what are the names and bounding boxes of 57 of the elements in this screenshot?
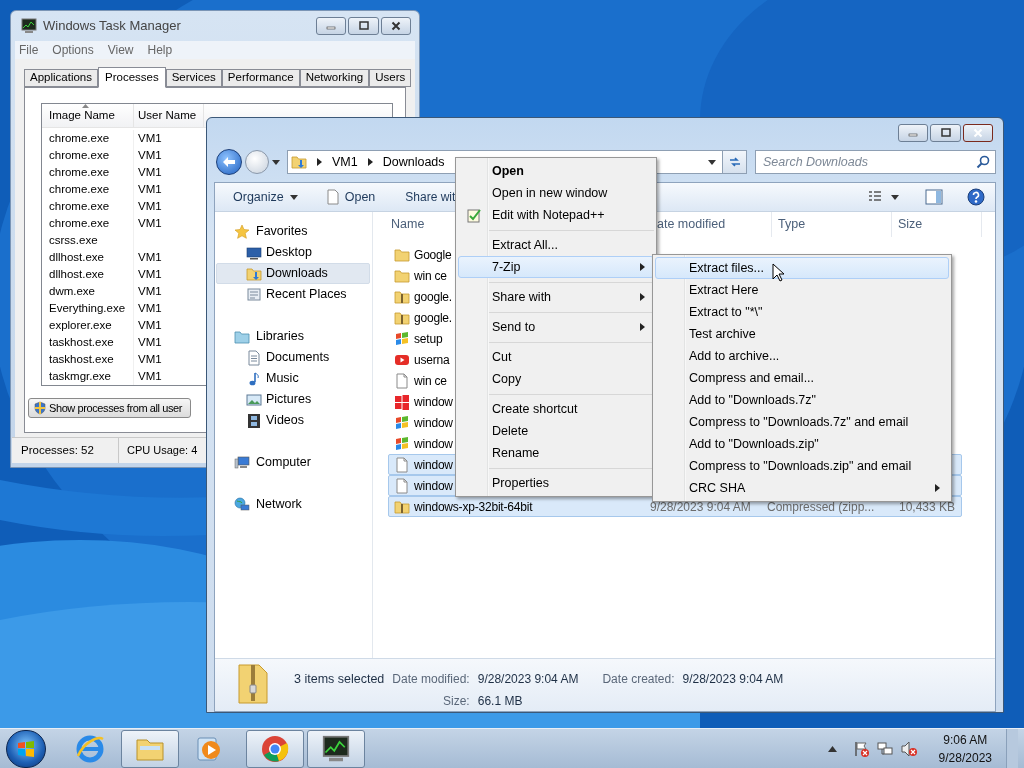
- user-name: VM1: [138, 318, 162, 331]
- process-name: csrss.exe: [49, 232, 98, 248]
- user-name: VM1: [138, 216, 162, 229]
- user-name: VM1: [138, 301, 162, 314]
- user-name: VM1: [138, 267, 162, 280]
- file-name: windows-xp-32bit-64bit: [414, 498, 533, 516]
- user-name: VM1: [138, 335, 162, 348]
- clock-date: 9/28/2023: [938, 749, 992, 767]
- file-name: google.: [414, 309, 452, 327]
- file-name: userna: [414, 351, 450, 369]
- detail-label: Date created:: [602, 671, 676, 688]
- file-name: google.: [414, 288, 452, 306]
- process-name: dwm.exe: [49, 283, 96, 299]
- type-cell: Compressed (zipp...: [767, 499, 875, 514]
- process-name: dllhost.exe: [49, 249, 104, 265]
- process-name: taskmgr.exe: [49, 368, 111, 384]
- file-name: window: [414, 477, 453, 495]
- clock-time: 9:06 AM: [943, 731, 988, 749]
- user-name: VM1: [138, 199, 162, 212]
- size-cell: 10,433 KB: [898, 499, 955, 514]
- process-name: taskhost.exe: [49, 351, 114, 367]
- detail-value: 9/28/2023 9:04 AM: [682, 671, 785, 688]
- process-name: dllhost.exe: [49, 266, 104, 282]
- process-name: Everything.exe: [49, 300, 126, 316]
- window-title: Windows Task Manager: [43, 17, 181, 36]
- file-name: win ce: [414, 267, 447, 285]
- detail-value: 66.1 MB: [477, 693, 524, 710]
- user-name: VM1: [138, 369, 162, 382]
- detail-value: 9/28/2023 9:04 AM: [477, 671, 580, 688]
- user-name: VM1: [138, 182, 162, 195]
- file-name: Google: [414, 246, 452, 264]
- process-name: chrome.exe: [49, 130, 110, 146]
- detail-label: Size:: [442, 693, 471, 710]
- status-text: Processes: 52: [21, 442, 94, 458]
- user-name: VM1: [138, 284, 162, 297]
- user-name: VM1: [138, 352, 162, 365]
- detail-label: Date modified:: [392, 671, 471, 688]
- file-name: window: [414, 414, 453, 432]
- process-name: chrome.exe: [49, 164, 110, 180]
- user-name: VM1: [138, 165, 162, 178]
- file-name: window: [414, 393, 453, 411]
- process-name: chrome.exe: [49, 181, 110, 197]
- user-name: VM1: [138, 250, 162, 263]
- file-name: setup: [414, 330, 443, 348]
- user-name: VM1: [138, 131, 162, 144]
- date-cell: 9/28/2023 9:04 AM: [650, 499, 751, 514]
- process-name: chrome.exe: [49, 147, 110, 163]
- process-name: chrome.exe: [49, 198, 110, 214]
- process-name: explorer.exe: [49, 317, 112, 333]
- file-name: window: [414, 435, 453, 453]
- process-name: taskhost.exe: [49, 334, 114, 350]
- status-text: CPU Usage: 4: [127, 443, 198, 459]
- file-name: window: [414, 456, 453, 474]
- selection-summary: 3 items selected: [294, 671, 385, 688]
- user-name: VM1: [138, 148, 162, 161]
- process-name: chrome.exe: [49, 215, 110, 231]
- file-name: win ce: [414, 372, 447, 390]
